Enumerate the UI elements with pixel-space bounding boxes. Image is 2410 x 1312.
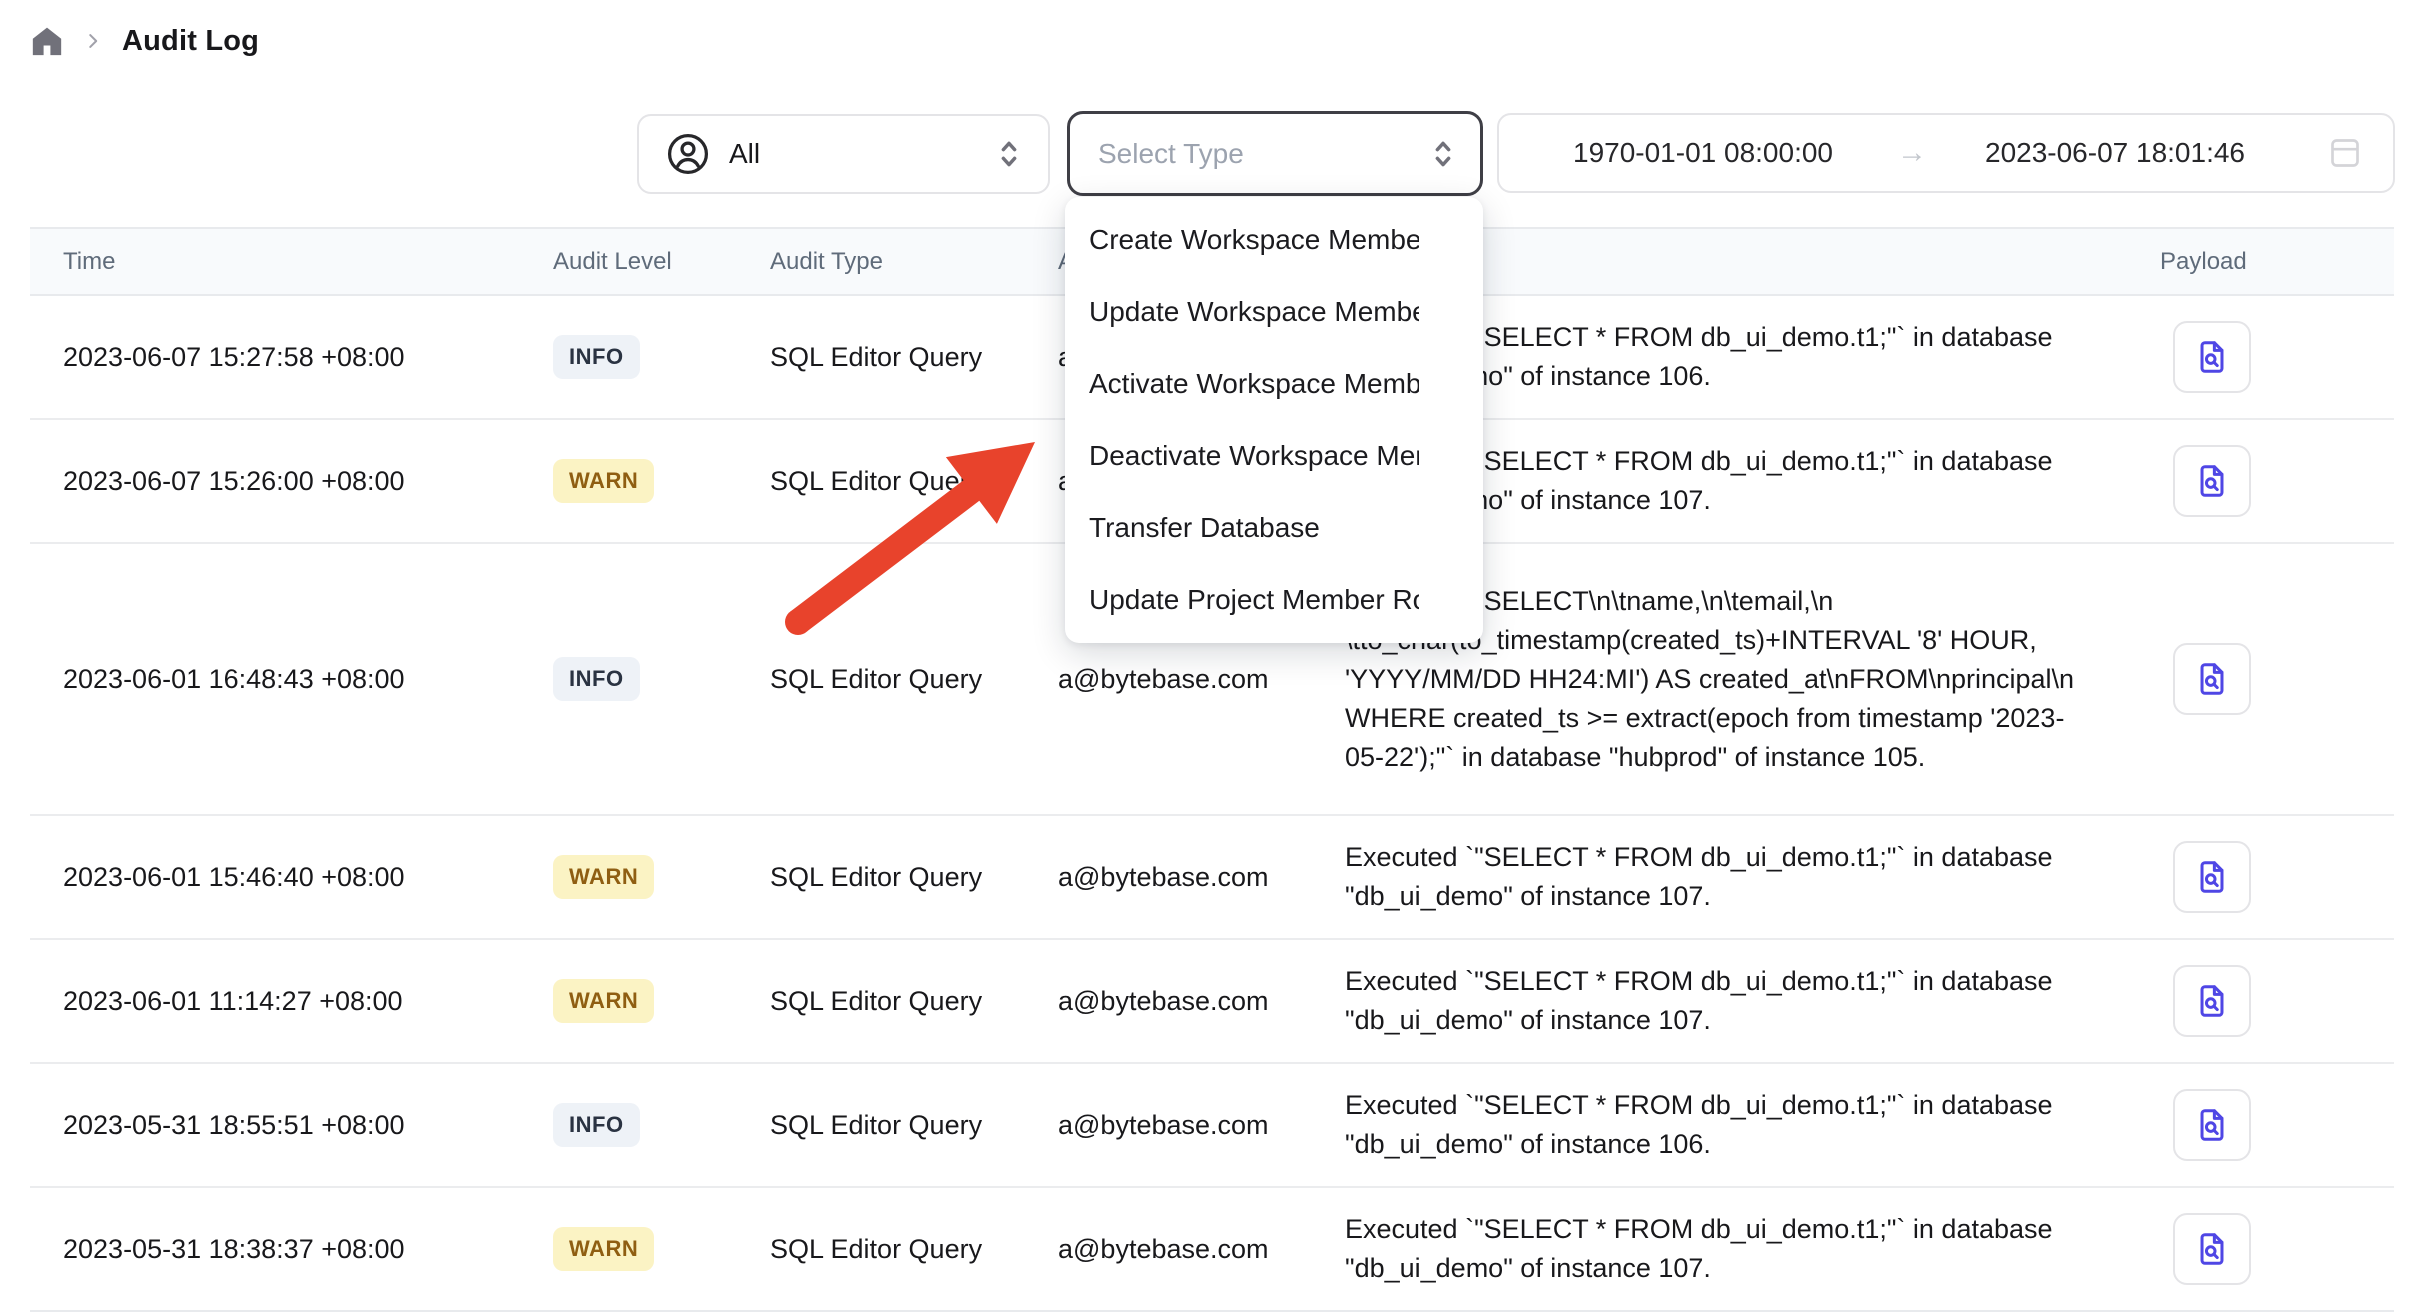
audit-time: 2023-05-31 18:38:37 +08:00 [30,1234,553,1265]
calendar-icon [2325,133,2365,173]
audit-level-cell: INFO [553,1103,770,1147]
type-dropdown-item[interactable]: Transfer Database [1065,492,1483,564]
audit-level-cell: WARN [553,855,770,899]
audit-comment: Executed `"SELECT * FROM db_ui_demo.t1;"… [1345,1188,2133,1310]
audit-level-badge: INFO [553,335,640,379]
type-dropdown-item[interactable]: Update Project Member Role [1065,564,1483,636]
audit-actor: a@bytebase.com [1058,862,1345,893]
audit-actor: a@bytebase.com [1058,1234,1345,1265]
audit-type: SQL Editor Query [770,1110,1058,1141]
type-filter-placeholder: Select Type [1098,138,1244,170]
audit-time: 2023-06-07 15:27:58 +08:00 [30,342,553,373]
payload-cell [2133,1213,2394,1285]
date-range-picker[interactable]: 1970-01-01 08:00:00 → 2023-06-07 18:01:4… [1497,113,2395,193]
payload-view-button[interactable] [2173,1213,2251,1285]
date-range-to: 2023-06-07 18:01:46 [1985,137,2245,169]
audit-level-badge: INFO [553,657,640,701]
user-circle-icon [665,131,711,177]
audit-time: 2023-06-01 15:46:40 +08:00 [30,862,553,893]
home-icon[interactable] [30,24,64,58]
table-row: 2023-06-01 11:14:27 +08:00 WARN SQL Edit… [30,940,2394,1064]
payload-cell [2133,1089,2394,1161]
table-row: 2023-05-31 18:55:51 +08:00 INFO SQL Edit… [30,1064,2394,1188]
actor-filter-value: All [729,138,760,170]
payload-view-button[interactable] [2173,445,2251,517]
audit-time: 2023-06-07 15:26:00 +08:00 [30,466,553,497]
file-search-icon [2193,1104,2231,1146]
audit-type: SQL Editor Query [770,1234,1058,1265]
audit-comment: Executed `"SELECT * FROM db_ui_demo.t1;"… [1345,1064,2133,1186]
payload-cell [2133,445,2394,517]
payload-view-button[interactable] [2173,841,2251,913]
audit-type: SQL Editor Query [770,986,1058,1017]
type-filter-select[interactable]: Select Type [1067,111,1483,196]
audit-level-badge: WARN [553,855,654,899]
file-search-icon [2193,1228,2231,1270]
audit-level-badge: WARN [553,979,654,1023]
type-dropdown-item[interactable]: Activate Workspace Member [1065,348,1483,420]
table-row: 2023-05-31 18:38:37 +08:00 WARN SQL Edit… [30,1188,2394,1312]
audit-actor: a@bytebase.com [1058,986,1345,1017]
audit-level-cell: WARN [553,459,770,503]
audit-time: 2023-05-31 18:55:51 +08:00 [30,1110,553,1141]
breadcrumb: Audit Log [30,24,259,58]
audit-level-cell: INFO [553,335,770,379]
payload-view-button[interactable] [2173,965,2251,1037]
payload-view-button[interactable] [2173,643,2251,715]
type-dropdown-item[interactable]: Update Workspace Member [1065,276,1483,348]
audit-type: SQL Editor Query [770,664,1058,695]
type-dropdown-item[interactable]: Create Workspace Member [1065,204,1483,276]
file-search-icon [2193,658,2231,700]
chevron-right-icon [82,30,104,52]
audit-level-cell: INFO [553,657,770,701]
chevron-up-down-icon [1428,136,1458,172]
audit-actor: a@bytebase.com [1058,664,1345,695]
date-range-from: 1970-01-01 08:00:00 [1573,137,1833,169]
audit-level-cell: WARN [553,1227,770,1271]
audit-type: SQL Editor Query [770,862,1058,893]
file-search-icon [2193,856,2231,898]
audit-actor: a@bytebase.com [1058,1110,1345,1141]
audit-level-cell: WARN [553,979,770,1023]
audit-type: SQL Editor Query [770,342,1058,373]
payload-cell [2133,321,2394,393]
audit-level-badge: INFO [553,1103,640,1147]
file-search-icon [2193,336,2231,378]
column-header-audit-type: Audit Type [770,248,1058,276]
audit-level-badge: WARN [553,459,654,503]
audit-level-badge: WARN [553,1227,654,1271]
page-title: Audit Log [122,25,259,58]
table-row: 2023-06-01 15:46:40 +08:00 WARN SQL Edit… [30,816,2394,940]
audit-type: SQL Editor Query [770,466,1058,497]
payload-view-button[interactable] [2173,1089,2251,1161]
payload-cell [2133,841,2394,913]
audit-time: 2023-06-01 11:14:27 +08:00 [30,986,553,1017]
chevron-up-down-icon [994,136,1024,172]
column-header-time: Time [30,248,553,276]
file-search-icon [2193,980,2231,1022]
range-arrow-icon: → [1897,136,1927,170]
audit-comment: Executed `"SELECT * FROM db_ui_demo.t1;"… [1345,816,2133,938]
audit-time: 2023-06-01 16:48:43 +08:00 [30,664,553,695]
column-header-audit-level: Audit Level [553,248,770,276]
column-header-payload: Payload [2133,248,2394,276]
actor-filter-select[interactable]: All [637,114,1050,194]
type-dropdown-menu: Create Workspace MemberUpdate Workspace … [1065,197,1483,643]
payload-cell [2133,643,2394,715]
file-search-icon [2193,460,2231,502]
audit-comment: Executed `"SELECT * FROM db_ui_demo.t1;"… [1345,940,2133,1062]
payload-cell [2133,965,2394,1037]
type-dropdown-item[interactable]: Deactivate Workspace Member [1065,420,1483,492]
payload-view-button[interactable] [2173,321,2251,393]
